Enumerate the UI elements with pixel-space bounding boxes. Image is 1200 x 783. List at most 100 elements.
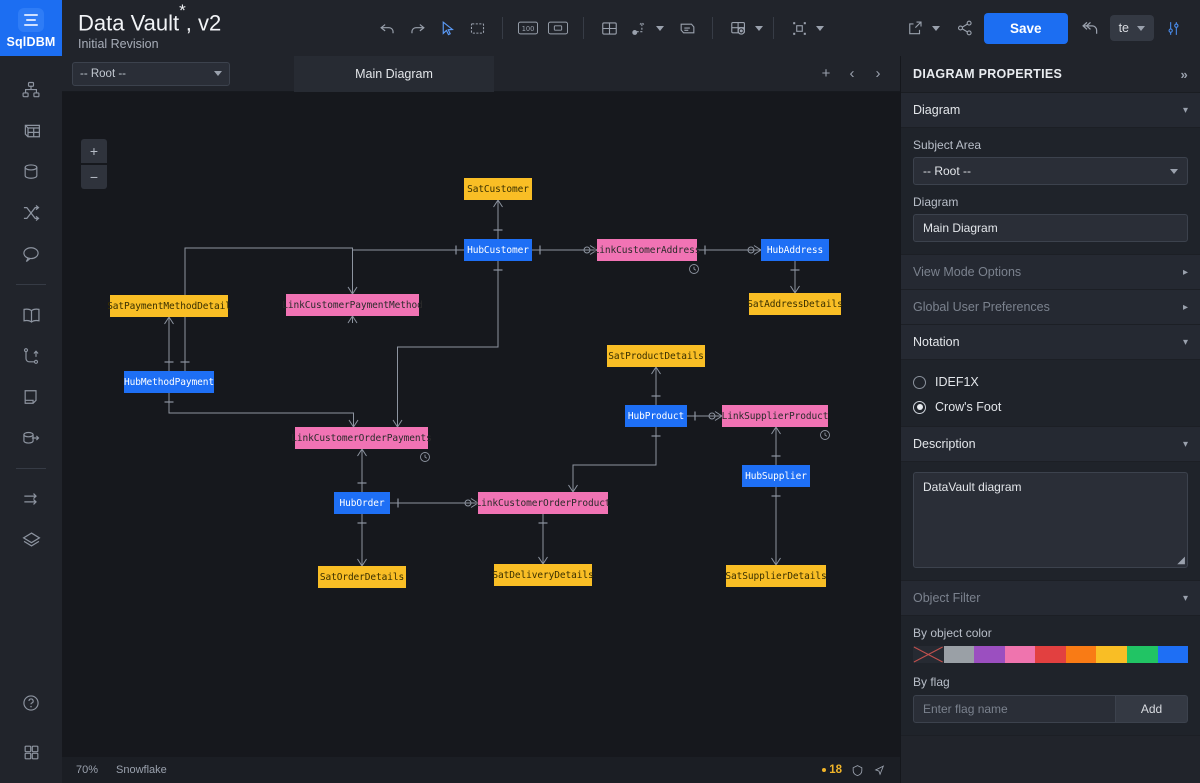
sidebar-bottom <box>0 683 62 773</box>
entity-LinkSupplierProduct[interactable]: LinkSupplierProduct <box>722 405 828 427</box>
section-header-global-prefs[interactable]: Global User Preferences ▸ <box>901 290 1200 325</box>
entity-LinkCustomerAddress[interactable]: LinkCustomerAddress <box>597 239 697 261</box>
redo-icon[interactable] <box>402 13 432 43</box>
notation-option-idef1x[interactable]: IDEF1X <box>913 371 1188 393</box>
section-title-object-filter: Object Filter <box>913 591 980 605</box>
section-header-view-mode[interactable]: View Mode Options ▸ <box>901 255 1200 290</box>
branch-icon[interactable] <box>9 336 53 376</box>
entity-HubSupplier[interactable]: HubSupplier <box>742 465 810 487</box>
color-swatch-6[interactable] <box>1096 646 1127 663</box>
note-icon[interactable] <box>672 13 702 43</box>
diagram-name-input[interactable]: Main Diagram <box>913 214 1188 242</box>
chevron-down-icon[interactable] <box>932 26 940 31</box>
table-icon[interactable] <box>9 111 53 151</box>
entity-HubProduct[interactable]: HubProduct <box>625 405 687 427</box>
object-count-badge[interactable]: 18 <box>822 764 842 776</box>
entity-SatCustomer[interactable]: SatCustomer <box>464 178 532 200</box>
revert-icon[interactable] <box>1076 13 1106 43</box>
entity-HubMethodPayment[interactable]: HubMethodPayment <box>124 371 214 393</box>
entity-SatOrderDetails[interactable]: SatOrderDetails <box>318 566 406 588</box>
export-icon[interactable] <box>900 13 930 43</box>
subject-area-select[interactable]: -- Root -- <box>913 157 1188 185</box>
chevron-down-icon: ▾ <box>1183 105 1188 116</box>
grid-layout-icon[interactable] <box>594 13 624 43</box>
entity-SatProductDetails[interactable]: SatProductDetails <box>607 345 705 367</box>
share-icon[interactable] <box>950 13 980 43</box>
diagram-canvas[interactable]: + − SatCustomer HubCustomer LinkCustomerAd… <box>62 92 900 757</box>
arrows-right-icon[interactable] <box>9 479 53 519</box>
zoom-100-icon[interactable]: 100 <box>513 13 543 43</box>
entity-SatPaymentMethodDetail[interactable]: SatPaymentMethodDetail <box>110 295 228 317</box>
save-button[interactable]: Save <box>984 13 1068 44</box>
chevron-down-icon[interactable] <box>656 26 664 31</box>
comment-icon[interactable] <box>9 234 53 274</box>
description-textarea[interactable]: DataVault diagram ◢ <box>913 472 1188 568</box>
subject-area-tab-select[interactable]: -- Root -- <box>72 62 230 86</box>
color-swatch-1[interactable] <box>944 646 975 663</box>
prev-tab-button[interactable]: ‹ <box>840 62 864 86</box>
color-swatch-5[interactable] <box>1066 646 1097 663</box>
shuffle-icon[interactable] <box>9 193 53 233</box>
chevron-right-icon: ▸ <box>1183 267 1188 278</box>
page-icon[interactable] <box>9 377 53 417</box>
alignment-icon[interactable] <box>784 13 814 43</box>
color-swatch-8[interactable] <box>1158 646 1189 663</box>
undo-icon[interactable] <box>372 13 402 43</box>
entity-LinkCustomerOrderPayments[interactable]: LinkCustomerOrderPayments <box>295 427 428 449</box>
add-flag-button[interactable]: Add <box>1116 695 1188 723</box>
cursor-arrow-icon[interactable] <box>873 764 886 777</box>
connector-style-group[interactable] <box>624 13 664 43</box>
toolbar-divider <box>583 17 584 39</box>
platform-label: Snowflake <box>116 764 167 776</box>
connector-style-icon[interactable] <box>624 13 654 43</box>
color-swatch-7[interactable] <box>1127 646 1158 663</box>
book-icon[interactable] <box>9 295 53 335</box>
entity-LinkCustomerOrderProduct[interactable]: LinkCustomerOrderProduct <box>478 492 608 514</box>
chevron-down-icon[interactable] <box>755 26 763 31</box>
entity-SatDeliveryDetails[interactable]: SatDeliveryDetails <box>494 564 592 586</box>
database-export-icon[interactable] <box>9 418 53 458</box>
chevron-down-icon[interactable] <box>816 26 824 31</box>
entity-SatAddressDetails[interactable]: SatAddressDetails <box>749 293 841 315</box>
notation-option-crows-foot[interactable]: Crow's Foot <box>913 396 1188 418</box>
color-swatch-2[interactable] <box>974 646 1005 663</box>
toolbar-divider <box>773 17 774 39</box>
zoom-out-button[interactable]: − <box>81 165 107 189</box>
fit-to-screen-icon[interactable] <box>543 13 573 43</box>
section-header-diagram[interactable]: Diagram ▾ <box>901 93 1200 128</box>
layers-icon[interactable] <box>9 520 53 560</box>
resize-handle-icon[interactable]: ◢ <box>1177 555 1185 566</box>
entity-HubAddress[interactable]: HubAddress <box>761 239 829 261</box>
entity-HubOrder[interactable]: HubOrder <box>334 492 390 514</box>
sliders-icon[interactable] <box>1158 13 1188 43</box>
grid-apps-icon[interactable] <box>9 732 53 772</box>
alignment-group[interactable] <box>784 13 824 43</box>
entity-HubCustomer[interactable]: HubCustomer <box>464 239 532 261</box>
entity-LinkCustomerPaymentMethod[interactable]: LinkCustomerPaymentMethod <box>286 294 419 316</box>
database-icon[interactable] <box>9 152 53 192</box>
user-menu[interactable]: te <box>1110 15 1154 41</box>
export-group[interactable] <box>900 13 940 43</box>
hierarchy-icon[interactable] <box>9 70 53 110</box>
tab-main-diagram[interactable]: Main Diagram <box>294 56 494 92</box>
help-circle-icon[interactable] <box>9 683 53 723</box>
marquee-select-icon[interactable] <box>462 13 492 43</box>
pointer-icon[interactable] <box>432 13 462 43</box>
section-header-notation[interactable]: Notation ▾ <box>901 325 1200 360</box>
flag-name-input[interactable]: Enter flag name <box>913 695 1116 723</box>
add-tab-button[interactable]: + <box>814 62 838 86</box>
double-chevron-right-icon[interactable]: » <box>1180 67 1188 82</box>
color-swatch-4[interactable] <box>1035 646 1066 663</box>
entity-SatSupplierDetails[interactable]: SatSupplierDetails <box>726 565 826 587</box>
display-mode-group[interactable] <box>723 13 763 43</box>
color-swatch-3[interactable] <box>1005 646 1036 663</box>
shield-icon[interactable] <box>851 764 864 777</box>
section-header-object-filter[interactable]: Object Filter ▾ <box>901 581 1200 616</box>
next-tab-button[interactable]: › <box>866 62 890 86</box>
display-mode-icon[interactable] <box>723 13 753 43</box>
center-area: -- Root -- Main Diagram + ‹ › + − SatCus… <box>62 56 900 783</box>
section-header-description[interactable]: Description ▾ <box>901 427 1200 462</box>
color-swatch-none[interactable] <box>913 646 944 663</box>
brand-logo-block[interactable]: SqlDBM <box>0 0 62 56</box>
zoom-in-button[interactable]: + <box>81 139 107 163</box>
